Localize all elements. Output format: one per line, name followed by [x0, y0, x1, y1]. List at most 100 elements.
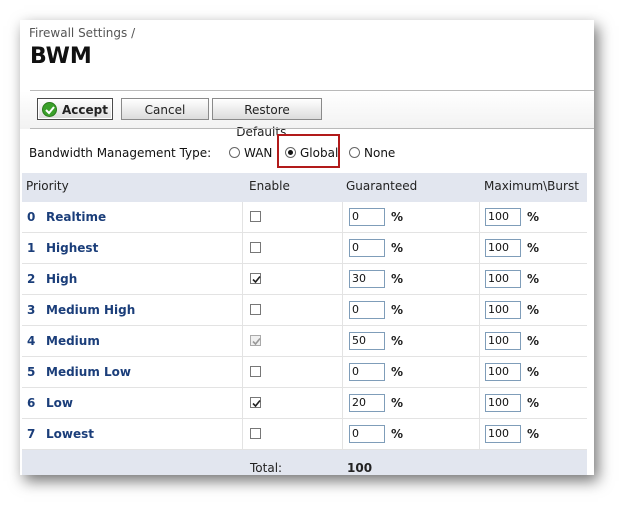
column-separator: [342, 202, 343, 232]
priority-number: 0: [27, 210, 36, 224]
guaranteed-input[interactable]: 50: [349, 332, 385, 350]
percent-label: %: [391, 365, 404, 379]
breadcrumb[interactable]: Firewall Settings /: [29, 26, 135, 40]
page-title: BWM: [30, 44, 92, 69]
column-separator: [242, 233, 243, 263]
column-separator: [479, 419, 480, 449]
accept-button[interactable]: Accept: [37, 98, 113, 120]
column-separator: [479, 295, 480, 325]
percent-label: %: [391, 396, 404, 410]
priority-number: 2: [27, 272, 36, 286]
column-separator: [342, 419, 343, 449]
radio-wan[interactable]: WAN: [229, 146, 272, 160]
guaranteed-input[interactable]: 0: [349, 239, 385, 257]
cancel-button[interactable]: Cancel: [121, 98, 209, 120]
table-header: Priority Enable Guaranteed Maximum\Burst: [22, 173, 587, 202]
percent-label: %: [527, 365, 540, 379]
percent-label: %: [391, 334, 404, 348]
table-row: 7 Lowest 0% 100%: [22, 419, 587, 450]
column-header-maximum-burst: Maximum\Burst: [484, 179, 579, 193]
maximum-burst-input[interactable]: 100: [485, 301, 521, 319]
maximum-burst-input[interactable]: 100: [485, 425, 521, 443]
radio-global-label: Global: [300, 146, 339, 160]
maximum-burst-input[interactable]: 100: [485, 363, 521, 381]
percent-label: %: [391, 241, 404, 255]
priority-table: Priority Enable Guaranteed Maximum\Burst…: [22, 173, 587, 475]
percent-label: %: [391, 210, 404, 224]
restore-defaults-button[interactable]: Restore Defaults...: [212, 98, 322, 139]
table-row: 0 Realtime 0% 100%: [22, 202, 587, 233]
priority-name[interactable]: Highest: [46, 241, 98, 255]
percent-label: %: [391, 427, 404, 441]
priority-name[interactable]: Low: [46, 396, 73, 410]
column-separator: [479, 233, 480, 263]
radio-global[interactable]: Global: [285, 146, 338, 160]
guaranteed-input[interactable]: 0: [349, 301, 385, 319]
percent-label: %: [527, 210, 540, 224]
bandwidth-type-label: Bandwidth Management Type:: [29, 146, 212, 160]
percent-label: %: [527, 241, 540, 255]
radio-button-icon[interactable]: [349, 147, 360, 158]
enable-checkbox[interactable]: [250, 366, 261, 377]
column-separator: [342, 264, 343, 294]
radio-button-selected-icon[interactable]: [285, 147, 296, 158]
radio-button-icon[interactable]: [229, 147, 240, 158]
percent-label: %: [527, 396, 540, 410]
table-row: 3 Medium High 0% 100%: [22, 295, 587, 326]
guaranteed-input[interactable]: 20: [349, 394, 385, 412]
enable-checkbox[interactable]: [250, 273, 261, 284]
enable-checkbox[interactable]: [250, 211, 261, 222]
column-separator: [479, 326, 480, 356]
radio-wan-label: WAN: [244, 146, 273, 160]
guaranteed-input[interactable]: 0: [349, 208, 385, 226]
column-separator: [479, 388, 480, 418]
priority-number: 3: [27, 303, 36, 317]
table-row: 1 Highest 0% 100%: [22, 233, 587, 264]
percent-label: %: [527, 272, 540, 286]
column-header-priority: Priority: [26, 179, 69, 193]
column-separator: [342, 388, 343, 418]
guaranteed-input[interactable]: 30: [349, 270, 385, 288]
bwm-settings-panel: Firewall Settings / BWM Accept Cancel Re…: [20, 20, 594, 475]
radio-none[interactable]: None: [349, 146, 395, 160]
check-icon: [42, 102, 57, 117]
enable-checkbox: [250, 335, 261, 346]
maximum-burst-input[interactable]: 100: [485, 270, 521, 288]
percent-label: %: [391, 303, 404, 317]
priority-number: 5: [27, 365, 36, 379]
column-separator: [242, 264, 243, 294]
priority-name[interactable]: High: [46, 272, 77, 286]
column-separator: [242, 419, 243, 449]
table-row: 5 Medium Low 0% 100%: [22, 357, 587, 388]
priority-number: 7: [27, 427, 36, 441]
guaranteed-input[interactable]: 0: [349, 425, 385, 443]
priority-number: 4: [27, 334, 36, 348]
enable-checkbox[interactable]: [250, 304, 261, 315]
divider: [30, 128, 594, 129]
total-value: 100: [347, 461, 373, 475]
enable-checkbox[interactable]: [250, 242, 261, 253]
priority-number: 1: [27, 241, 36, 255]
column-separator: [242, 202, 243, 232]
column-separator: [342, 326, 343, 356]
enable-checkbox[interactable]: [250, 428, 261, 439]
column-separator: [479, 357, 480, 387]
maximum-burst-input[interactable]: 100: [485, 208, 521, 226]
table-row: 2 High 30% 100%: [22, 264, 587, 295]
guaranteed-input[interactable]: 0: [349, 363, 385, 381]
accept-button-label: Accept: [62, 103, 108, 117]
priority-name[interactable]: Realtime: [46, 210, 106, 224]
maximum-burst-input[interactable]: 100: [485, 239, 521, 257]
enable-checkbox[interactable]: [250, 397, 261, 408]
priority-name[interactable]: Medium: [46, 334, 100, 348]
maximum-burst-input[interactable]: 100: [485, 394, 521, 412]
table-row: 6 Low 20% 100%: [22, 388, 587, 419]
table-footer: Total: 100: [22, 450, 587, 475]
priority-number: 6: [27, 396, 36, 410]
priority-name[interactable]: Medium Low: [46, 365, 131, 379]
priority-name[interactable]: Lowest: [46, 427, 94, 441]
maximum-burst-input[interactable]: 100: [485, 332, 521, 350]
column-separator: [479, 202, 480, 232]
priority-name[interactable]: Medium High: [46, 303, 135, 317]
column-header-guaranteed: Guaranteed: [346, 179, 418, 193]
